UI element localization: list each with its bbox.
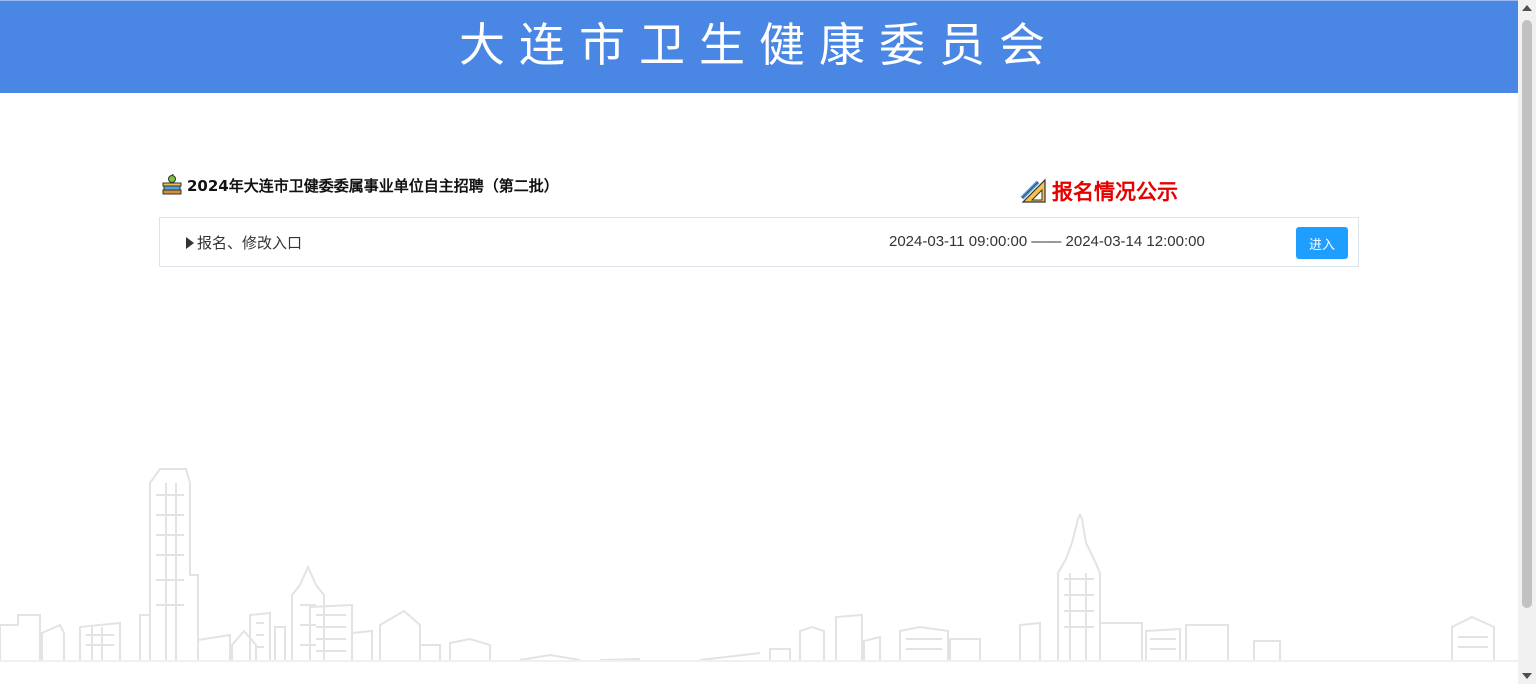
- registration-entry-label: 报名、修改入口: [186, 232, 302, 253]
- scroll-up-arrow-icon[interactable]: [1522, 5, 1532, 11]
- site-title: 大连市卫生健康委员会: [459, 18, 1059, 72]
- enter-button[interactable]: 进入: [1296, 227, 1348, 259]
- registration-entry-text: 报名、修改入口: [197, 234, 303, 252]
- registration-entry-row: 报名、修改入口 2024-03-11 09:00:00 —— 2024-03-1…: [159, 217, 1359, 267]
- pencil-ruler-icon: [1020, 178, 1046, 203]
- section-title: 2024年大连市卫健委委属事业单位自主招聘（第二批）: [161, 170, 559, 200]
- books-apple-icon: [162, 174, 182, 195]
- section-title-text: 2024年大连市卫健委委属事业单位自主招聘（第二批）: [187, 176, 559, 195]
- vertical-scrollbar[interactable]: [1518, 0, 1536, 684]
- page: 大连市卫生健康委员会 2024年大连市卫健委委属事业单位自主招聘（第二批） 报名…: [0, 0, 1536, 684]
- scrollbar-thumb[interactable]: [1522, 20, 1532, 608]
- scroll-down-arrow-icon[interactable]: [1522, 673, 1532, 679]
- caret-right-icon: [186, 236, 194, 249]
- registration-notice-link[interactable]: 报名情况公示: [1020, 176, 1178, 206]
- site-header: 大连市卫生健康委员会: [0, 0, 1518, 93]
- registration-time-range: 2024-03-11 09:00:00 —— 2024-03-14 12:00:…: [889, 233, 1205, 250]
- registration-notice-label[interactable]: 报名情况公示: [1052, 176, 1178, 206]
- city-skyline-illustration: [0, 468, 1518, 662]
